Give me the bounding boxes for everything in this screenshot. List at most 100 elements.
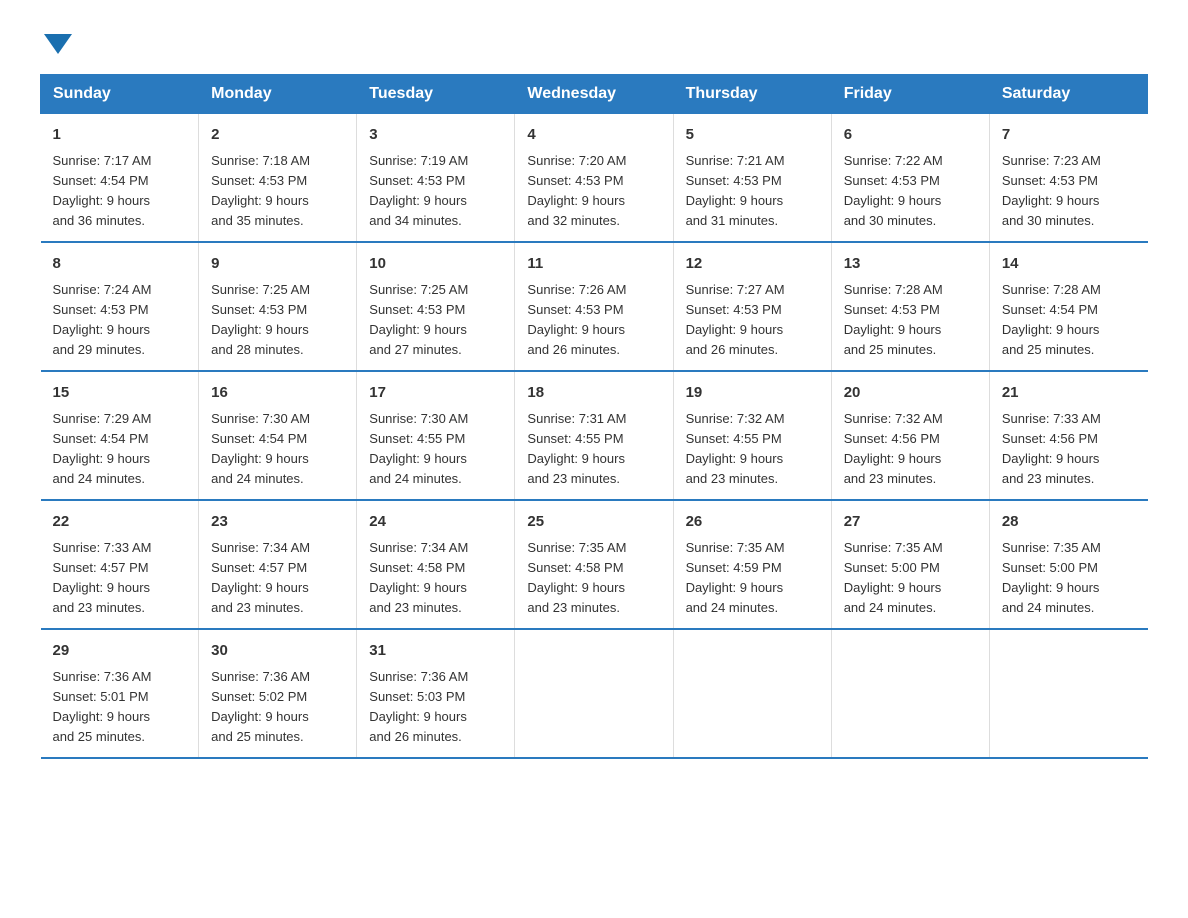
- calendar-cell: 6 Sunrise: 7:22 AMSunset: 4:53 PMDayligh…: [831, 114, 989, 243]
- day-info: Sunrise: 7:33 AMSunset: 4:57 PMDaylight:…: [53, 538, 187, 619]
- day-info: Sunrise: 7:28 AMSunset: 4:53 PMDaylight:…: [844, 280, 977, 361]
- calendar-body: 1 Sunrise: 7:17 AMSunset: 4:54 PMDayligh…: [41, 114, 1148, 759]
- day-info: Sunrise: 7:34 AMSunset: 4:58 PMDaylight:…: [369, 538, 502, 619]
- day-number: 25: [527, 511, 660, 534]
- day-info: Sunrise: 7:36 AMSunset: 5:03 PMDaylight:…: [369, 667, 502, 748]
- day-info: Sunrise: 7:35 AMSunset: 4:58 PMDaylight:…: [527, 538, 660, 619]
- weekday-header-friday: Friday: [831, 75, 989, 114]
- calendar-cell: 8 Sunrise: 7:24 AMSunset: 4:53 PMDayligh…: [41, 242, 199, 371]
- day-info: Sunrise: 7:17 AMSunset: 4:54 PMDaylight:…: [53, 151, 187, 232]
- day-number: 20: [844, 382, 977, 405]
- calendar-week-row: 29 Sunrise: 7:36 AMSunset: 5:01 PMDaylig…: [41, 629, 1148, 758]
- day-info: Sunrise: 7:27 AMSunset: 4:53 PMDaylight:…: [686, 280, 819, 361]
- weekday-header-saturday: Saturday: [989, 75, 1147, 114]
- calendar-cell: [989, 629, 1147, 758]
- day-info: Sunrise: 7:36 AMSunset: 5:01 PMDaylight:…: [53, 667, 187, 748]
- logo-triangle-icon: [44, 34, 72, 54]
- day-info: Sunrise: 7:35 AMSunset: 4:59 PMDaylight:…: [686, 538, 819, 619]
- day-number: 14: [1002, 253, 1136, 276]
- calendar-cell: 25 Sunrise: 7:35 AMSunset: 4:58 PMDaylig…: [515, 500, 673, 629]
- weekday-header-thursday: Thursday: [673, 75, 831, 114]
- day-info: Sunrise: 7:24 AMSunset: 4:53 PMDaylight:…: [53, 280, 187, 361]
- day-info: Sunrise: 7:30 AMSunset: 4:54 PMDaylight:…: [211, 409, 344, 490]
- calendar-week-row: 1 Sunrise: 7:17 AMSunset: 4:54 PMDayligh…: [41, 114, 1148, 243]
- calendar-cell: 1 Sunrise: 7:17 AMSunset: 4:54 PMDayligh…: [41, 114, 199, 243]
- day-number: 5: [686, 124, 819, 147]
- day-number: 18: [527, 382, 660, 405]
- calendar-cell: 20 Sunrise: 7:32 AMSunset: 4:56 PMDaylig…: [831, 371, 989, 500]
- calendar-cell: 21 Sunrise: 7:33 AMSunset: 4:56 PMDaylig…: [989, 371, 1147, 500]
- calendar-cell: 30 Sunrise: 7:36 AMSunset: 5:02 PMDaylig…: [199, 629, 357, 758]
- day-info: Sunrise: 7:26 AMSunset: 4:53 PMDaylight:…: [527, 280, 660, 361]
- day-number: 3: [369, 124, 502, 147]
- page-header: [40, 30, 1148, 54]
- day-number: 22: [53, 511, 187, 534]
- calendar-cell: 29 Sunrise: 7:36 AMSunset: 5:01 PMDaylig…: [41, 629, 199, 758]
- calendar-week-row: 15 Sunrise: 7:29 AMSunset: 4:54 PMDaylig…: [41, 371, 1148, 500]
- day-number: 7: [1002, 124, 1136, 147]
- weekday-header-monday: Monday: [199, 75, 357, 114]
- day-number: 28: [1002, 511, 1136, 534]
- day-info: Sunrise: 7:25 AMSunset: 4:53 PMDaylight:…: [369, 280, 502, 361]
- day-number: 4: [527, 124, 660, 147]
- calendar-cell: 10 Sunrise: 7:25 AMSunset: 4:53 PMDaylig…: [357, 242, 515, 371]
- calendar-week-row: 22 Sunrise: 7:33 AMSunset: 4:57 PMDaylig…: [41, 500, 1148, 629]
- day-number: 2: [211, 124, 344, 147]
- day-info: Sunrise: 7:18 AMSunset: 4:53 PMDaylight:…: [211, 151, 344, 232]
- day-number: 13: [844, 253, 977, 276]
- calendar-cell: 17 Sunrise: 7:30 AMSunset: 4:55 PMDaylig…: [357, 371, 515, 500]
- day-number: 29: [53, 640, 187, 663]
- day-info: Sunrise: 7:33 AMSunset: 4:56 PMDaylight:…: [1002, 409, 1136, 490]
- weekday-header-row: SundayMondayTuesdayWednesdayThursdayFrid…: [41, 75, 1148, 114]
- calendar-cell: 14 Sunrise: 7:28 AMSunset: 4:54 PMDaylig…: [989, 242, 1147, 371]
- logo: [40, 30, 72, 54]
- calendar-cell: [831, 629, 989, 758]
- day-number: 12: [686, 253, 819, 276]
- day-number: 15: [53, 382, 187, 405]
- calendar-cell: 24 Sunrise: 7:34 AMSunset: 4:58 PMDaylig…: [357, 500, 515, 629]
- day-info: Sunrise: 7:20 AMSunset: 4:53 PMDaylight:…: [527, 151, 660, 232]
- calendar-cell: 11 Sunrise: 7:26 AMSunset: 4:53 PMDaylig…: [515, 242, 673, 371]
- day-number: 8: [53, 253, 187, 276]
- weekday-header-wednesday: Wednesday: [515, 75, 673, 114]
- day-number: 17: [369, 382, 502, 405]
- day-number: 31: [369, 640, 502, 663]
- calendar-cell: [515, 629, 673, 758]
- day-info: Sunrise: 7:28 AMSunset: 4:54 PMDaylight:…: [1002, 280, 1136, 361]
- day-number: 24: [369, 511, 502, 534]
- day-number: 1: [53, 124, 187, 147]
- calendar-cell: 23 Sunrise: 7:34 AMSunset: 4:57 PMDaylig…: [199, 500, 357, 629]
- calendar-cell: 15 Sunrise: 7:29 AMSunset: 4:54 PMDaylig…: [41, 371, 199, 500]
- calendar-cell: 9 Sunrise: 7:25 AMSunset: 4:53 PMDayligh…: [199, 242, 357, 371]
- day-info: Sunrise: 7:36 AMSunset: 5:02 PMDaylight:…: [211, 667, 344, 748]
- day-info: Sunrise: 7:32 AMSunset: 4:56 PMDaylight:…: [844, 409, 977, 490]
- weekday-header-tuesday: Tuesday: [357, 75, 515, 114]
- weekday-header-sunday: Sunday: [41, 75, 199, 114]
- day-number: 26: [686, 511, 819, 534]
- calendar-cell: [673, 629, 831, 758]
- day-info: Sunrise: 7:32 AMSunset: 4:55 PMDaylight:…: [686, 409, 819, 490]
- day-number: 23: [211, 511, 344, 534]
- calendar-cell: 27 Sunrise: 7:35 AMSunset: 5:00 PMDaylig…: [831, 500, 989, 629]
- calendar-table: SundayMondayTuesdayWednesdayThursdayFrid…: [40, 74, 1148, 759]
- day-info: Sunrise: 7:34 AMSunset: 4:57 PMDaylight:…: [211, 538, 344, 619]
- day-number: 19: [686, 382, 819, 405]
- day-number: 27: [844, 511, 977, 534]
- day-number: 21: [1002, 382, 1136, 405]
- day-number: 16: [211, 382, 344, 405]
- calendar-cell: 5 Sunrise: 7:21 AMSunset: 4:53 PMDayligh…: [673, 114, 831, 243]
- day-number: 30: [211, 640, 344, 663]
- day-info: Sunrise: 7:29 AMSunset: 4:54 PMDaylight:…: [53, 409, 187, 490]
- calendar-header: SundayMondayTuesdayWednesdayThursdayFrid…: [41, 75, 1148, 114]
- calendar-cell: 22 Sunrise: 7:33 AMSunset: 4:57 PMDaylig…: [41, 500, 199, 629]
- calendar-cell: 4 Sunrise: 7:20 AMSunset: 4:53 PMDayligh…: [515, 114, 673, 243]
- day-number: 6: [844, 124, 977, 147]
- calendar-cell: 26 Sunrise: 7:35 AMSunset: 4:59 PMDaylig…: [673, 500, 831, 629]
- calendar-cell: 3 Sunrise: 7:19 AMSunset: 4:53 PMDayligh…: [357, 114, 515, 243]
- day-number: 10: [369, 253, 502, 276]
- day-info: Sunrise: 7:31 AMSunset: 4:55 PMDaylight:…: [527, 409, 660, 490]
- day-info: Sunrise: 7:19 AMSunset: 4:53 PMDaylight:…: [369, 151, 502, 232]
- day-number: 11: [527, 253, 660, 276]
- day-info: Sunrise: 7:22 AMSunset: 4:53 PMDaylight:…: [844, 151, 977, 232]
- day-info: Sunrise: 7:21 AMSunset: 4:53 PMDaylight:…: [686, 151, 819, 232]
